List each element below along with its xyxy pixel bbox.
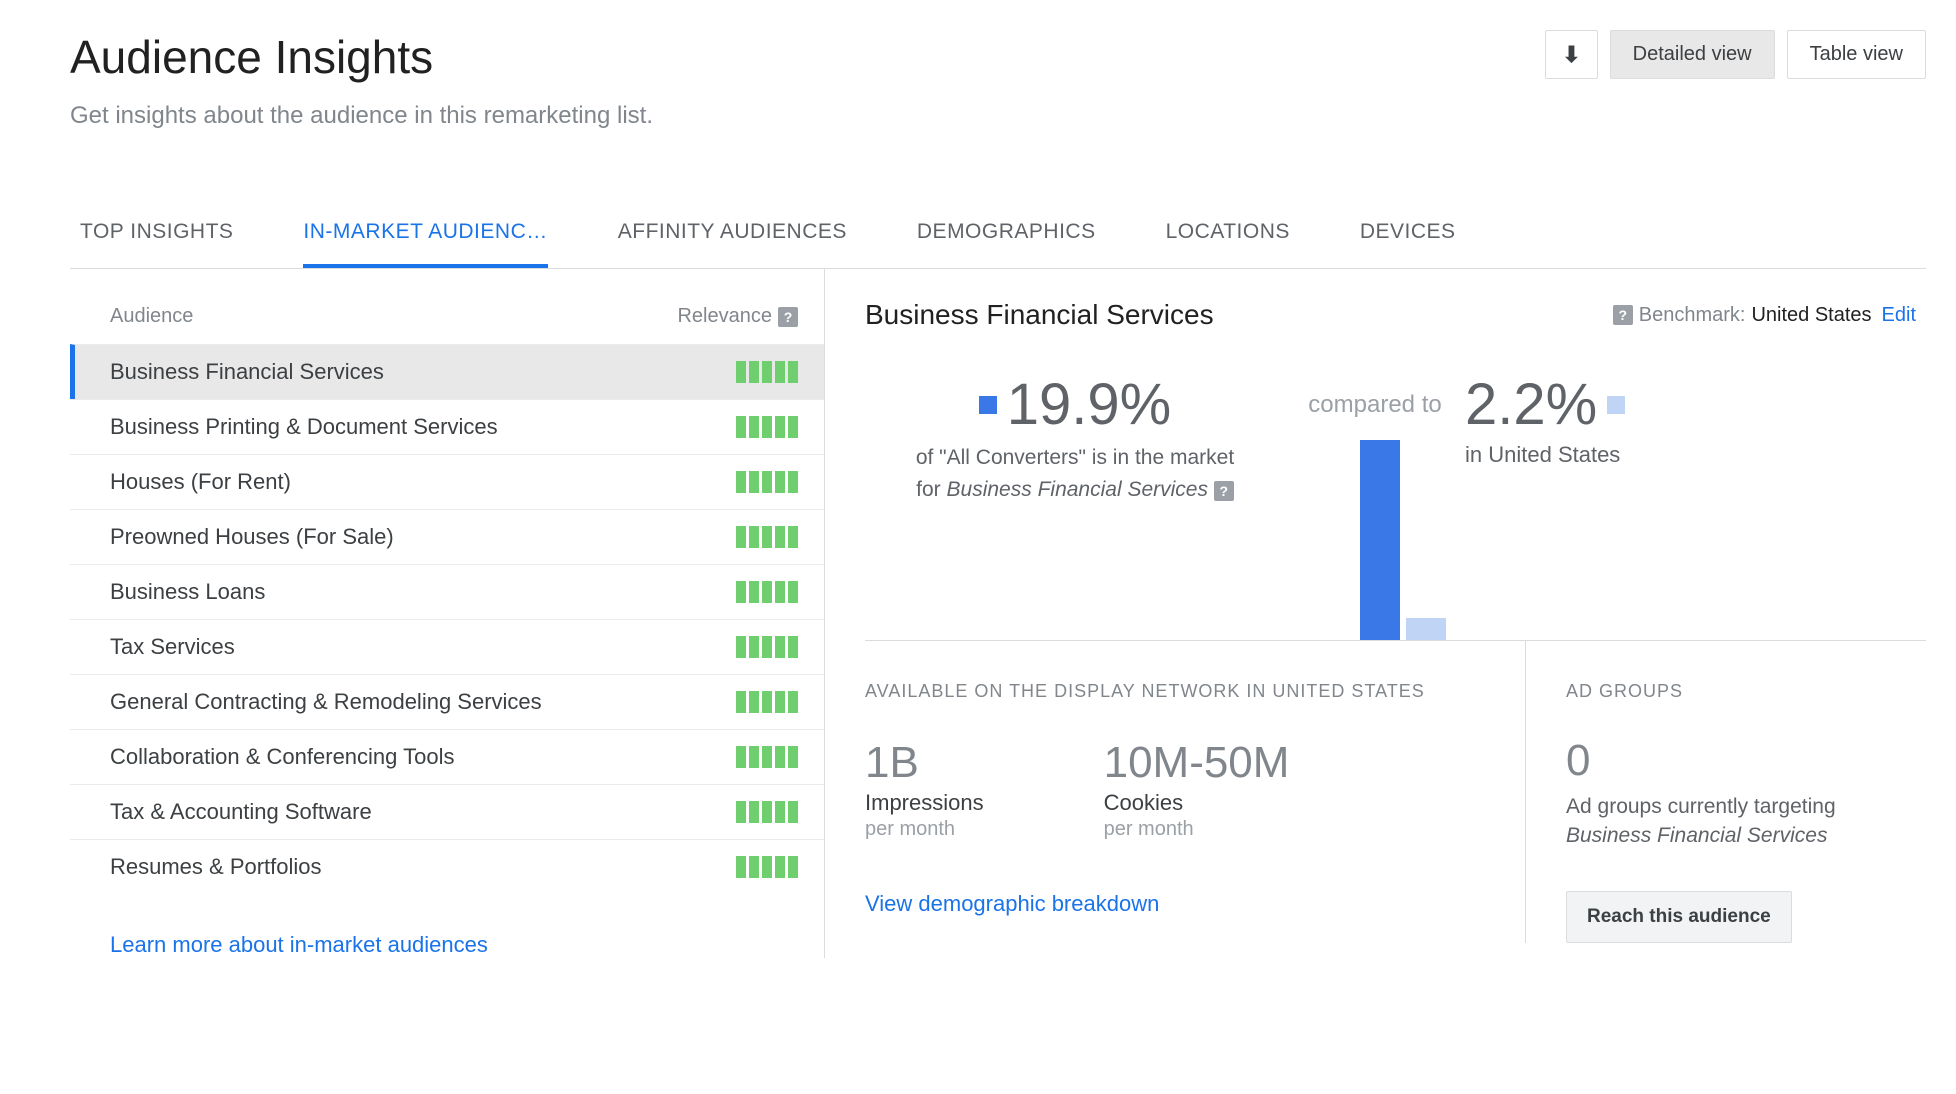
impressions-value: 1B <box>865 738 984 788</box>
chart-bar-primary <box>1360 440 1400 640</box>
relevance-bars <box>736 746 798 768</box>
legend-square-benchmark <box>1607 396 1625 414</box>
page-subtitle: Get insights about the audience in this … <box>70 102 653 130</box>
adgroups-heading: AD GROUPS <box>1566 681 1916 702</box>
relevance-bars <box>736 361 798 383</box>
cookies-value: 10M-50M <box>1104 738 1290 788</box>
benchmark-percent: 2.2% <box>1465 371 1597 438</box>
relevance-bars <box>736 691 798 713</box>
benchmark: ? Benchmark: United States Edit <box>1613 304 1916 327</box>
audience-row[interactable]: General Contracting & Remodeling Service… <box>70 674 824 729</box>
adgroups-count: 0 <box>1566 736 1916 786</box>
reach-audience-button[interactable]: Reach this audience <box>1566 891 1792 943</box>
benchmark-label: Benchmark: <box>1639 304 1746 327</box>
impressions-label: Impressions <box>865 790 984 816</box>
cookies-label: Cookies <box>1104 790 1290 816</box>
primary-percent: 19.9% <box>1007 371 1171 438</box>
relevance-bars <box>736 636 798 658</box>
audience-name: General Contracting & Remodeling Service… <box>110 689 542 715</box>
audience-row[interactable]: Houses (For Rent) <box>70 454 824 509</box>
audience-name: Resumes & Portfolios <box>110 854 322 880</box>
relevance-bars <box>736 471 798 493</box>
download-button[interactable]: ⬇ <box>1545 30 1597 79</box>
audience-name: Houses (For Rent) <box>110 469 291 495</box>
audience-row[interactable]: Business Financial Services <box>70 344 824 399</box>
adgroups-desc: Ad groups currently targeting Business F… <box>1566 792 1916 851</box>
audience-name: Tax & Accounting Software <box>110 799 372 825</box>
primary-desc: of "All Converters" is in the market for… <box>865 442 1285 505</box>
legend-square-primary <box>979 396 997 414</box>
benchmark-edit-link[interactable]: Edit <box>1882 304 1916 327</box>
relevance-bars <box>736 581 798 603</box>
available-heading: AVAILABLE ON THE DISPLAY NETWORK IN UNIT… <box>865 681 1485 702</box>
relevance-bars <box>736 416 798 438</box>
audience-name: Collaboration & Conferencing Tools <box>110 744 454 770</box>
relevance-bars <box>736 856 798 878</box>
help-icon[interactable]: ? <box>1214 481 1234 501</box>
audience-row[interactable]: Business Printing & Document Services <box>70 399 824 454</box>
audience-row[interactable]: Preowned Houses (For Sale) <box>70 509 824 564</box>
audience-name: Tax Services <box>110 634 235 660</box>
audience-row[interactable]: Tax & Accounting Software <box>70 784 824 839</box>
download-icon: ⬇ <box>1562 42 1580 67</box>
chart-bar-benchmark <box>1406 618 1446 640</box>
detail-title: Business Financial Services <box>865 299 1214 331</box>
audience-name: Business Printing & Document Services <box>110 414 498 440</box>
tab-locations[interactable]: LOCATIONS <box>1166 200 1290 268</box>
relevance-bars <box>736 526 798 548</box>
audience-row[interactable]: Collaboration & Conferencing Tools <box>70 729 824 784</box>
benchmark-value: United States <box>1751 304 1871 327</box>
col-relevance: Relevance <box>677 305 772 328</box>
comparison-chart <box>1360 420 1446 640</box>
audience-row[interactable]: Tax Services <box>70 619 824 674</box>
audience-name: Preowned Houses (For Sale) <box>110 524 394 550</box>
col-audience: Audience <box>110 305 193 328</box>
audience-row[interactable]: Resumes & Portfolios <box>70 839 824 894</box>
tab-in-market-audienc-[interactable]: IN-MARKET AUDIENC… <box>303 200 547 268</box>
table-view-button[interactable]: Table view <box>1787 30 1926 79</box>
learn-more-link[interactable]: Learn more about in-market audiences <box>70 894 824 958</box>
detailed-view-button[interactable]: Detailed view <box>1610 30 1775 79</box>
tab-affinity-audiences[interactable]: AFFINITY AUDIENCES <box>618 200 847 268</box>
cookies-sub: per month <box>1104 818 1290 841</box>
tab-devices[interactable]: DEVICES <box>1360 200 1456 268</box>
benchmark-sub: in United States <box>1465 442 1625 468</box>
tab-top-insights[interactable]: TOP INSIGHTS <box>80 200 233 268</box>
relevance-bars <box>736 801 798 823</box>
impressions-sub: per month <box>865 818 984 841</box>
audience-row[interactable]: Business Loans <box>70 564 824 619</box>
tab-demographics[interactable]: DEMOGRAPHICS <box>917 200 1096 268</box>
help-icon[interactable]: ? <box>1613 305 1633 325</box>
compared-to-label: compared to <box>1285 361 1465 419</box>
help-icon[interactable]: ? <box>778 307 798 327</box>
audience-name: Business Loans <box>110 579 265 605</box>
audience-name: Business Financial Services <box>110 359 384 385</box>
page-title: Audience Insights <box>70 30 653 84</box>
view-demographic-link[interactable]: View demographic breakdown <box>865 891 1485 917</box>
